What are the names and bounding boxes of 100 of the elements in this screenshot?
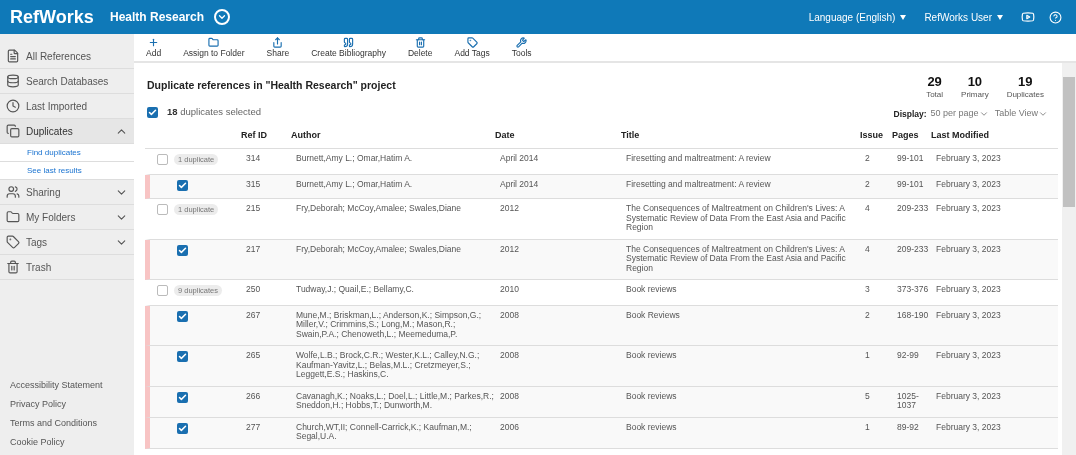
column-header[interactable]: Title <box>621 128 860 143</box>
help-icon[interactable] <box>1049 10 1062 24</box>
chevron-down-icon[interactable] <box>1038 109 1048 119</box>
checkbox[interactable] <box>177 179 188 191</box>
date-cell-text: April 2014 <box>500 154 540 165</box>
ref-id-cell-text: 277 <box>246 422 262 434</box>
stat-label: Total <box>926 89 944 101</box>
checkbox[interactable] <box>177 391 188 403</box>
user-menu[interactable]: RefWorks User <box>924 9 992 25</box>
date-cell-text: 2012 <box>500 204 520 215</box>
column-header[interactable]: Ref ID <box>241 128 291 143</box>
pages-cell-text: 89-92 <box>897 422 920 434</box>
folder-icon <box>6 210 20 224</box>
column-header[interactable]: Author <box>291 128 495 143</box>
footer-link[interactable]: Cookie Policy <box>0 436 134 455</box>
pages-cell-text: 92-99 <box>897 351 920 362</box>
stat-value: 19 <box>1018 74 1033 89</box>
footer-link[interactable]: Terms and Conditions <box>0 417 134 436</box>
checkbox[interactable] <box>177 244 188 256</box>
modified-cell-text: February 3, 2023 <box>936 351 1002 362</box>
project-title[interactable]: Health Research <box>110 8 205 26</box>
footer-link[interactable]: Accessibility Statement <box>0 379 134 398</box>
sidebar-item[interactable]: My Folders <box>0 205 134 230</box>
ref-id-cell-text: 266 <box>246 391 262 403</box>
toolbar-button[interactable]: Add <box>146 37 162 58</box>
title-cell-text: Firesetting and maltreatment: A review <box>626 179 772 191</box>
caret-icon[interactable] <box>997 14 1003 20</box>
title-cell-text: Book reviews <box>626 351 678 362</box>
table-row[interactable]: 265 Wolfe,L.B.; Brock,C.R.; Wester,K.L.; Calley,N.G.; Kaufman-Yavitz,L.; Belas,M.L.; Cretzmeyer,S.; Leggett,E.S.; Haskins,C. 2008 Book reviews 1 92-99 February 3, 2023 <box>145 346 1058 387</box>
toolbar-button[interactable]: Delete <box>407 37 433 58</box>
issue-cell-text: 4 <box>865 244 871 256</box>
table-row[interactable]: 267 Mune,M.; Briskman,L.; Anderson,K.; Simpson,G.; Miller,V.; Crimmins,S.; Long,M.; Mason,R.; Swain,P.A.; Chenoweth,L.; Meemeduma,P. 2008 Book Reviews 2 168-190 February 3, 2023 <box>145 305 1058 346</box>
ref-id-cell-text: 215 <box>246 204 262 215</box>
ref-id-cell-text: 314 <box>246 154 262 165</box>
table-row[interactable]: 277 Church,WT,II; Connell-Carrick,K.; Kaufman,M.; Segal,U.A. 2006 Book reviews 1 89-92 February 3, 2023 <box>145 417 1058 449</box>
sidebar-item[interactable]: Search Databases <box>0 69 134 94</box>
date-cell-text: 2008 <box>500 391 520 403</box>
sidebar-item[interactable]: Duplicates <box>0 119 134 144</box>
modified-cell-text: February 3, 2023 <box>936 422 1002 434</box>
stat-value: 10 <box>967 74 983 89</box>
people-icon <box>6 185 20 199</box>
checkbox[interactable] <box>177 310 188 322</box>
ref-id-cell-text: 217 <box>246 244 262 256</box>
author-cell-text: Burnett,Amy L.; Omar,Hatim A. <box>296 154 414 165</box>
ref-id-cell-text: 265 <box>246 351 262 362</box>
title-cell-text: The Consequences of Maltreatment on Children's Lives: A Systematic Review of Data From the East Asia and Pacific Region <box>626 244 847 273</box>
title-cell-text: Book reviews <box>626 391 678 403</box>
sidebar-item[interactable]: All References <box>0 44 134 69</box>
tag-icon <box>466 37 478 48</box>
trash-icon <box>6 260 20 274</box>
table-row[interactable]: 217 Fry,Deborah; McCoy,Amalee; Swales,Diane 2012 The Consequences of Maltreatment on Children's Lives: A Systematic Review of Data From the East Asia and Pacific Region 4 209-233 February 3, 2023 <box>145 239 1058 280</box>
ref-id-cell-text: 267 <box>246 310 262 322</box>
checkbox[interactable] <box>157 204 168 215</box>
column-header[interactable]: Pages <box>892 128 931 143</box>
issue-cell-text: 2 <box>865 154 871 165</box>
dropdown-icon[interactable] <box>214 9 231 25</box>
ref-id-cell-text: 250 <box>246 285 262 296</box>
modified-cell-text: February 3, 2023 <box>936 244 1002 256</box>
modified-cell-text: February 3, 2023 <box>936 154 1002 165</box>
date-cell-text: 2008 <box>500 310 520 322</box>
author-cell-text: Cavanagh,K.; Noaks,L.; Doel,L.; Little,M.; Parkes,R.; Sneddon,H.; Hobbs,T.; Dunworth,M. <box>296 391 495 411</box>
sidebar-item[interactable]: Tags <box>0 230 134 255</box>
column-header[interactable]: Issue <box>860 128 892 143</box>
sidebar-item[interactable]: Sharing <box>0 180 134 205</box>
checkbox[interactable] <box>157 285 168 296</box>
video-icon[interactable] <box>1021 10 1035 24</box>
table-row[interactable]: 266 Cavanagh,K.; Noaks,L.; Doel,L.; Little,M.; Parkes,R.; Sneddon,H.; Hobbs,T.; Dunworth,M. 2008 Book reviews 5 1025-1037 February 3, 2023 <box>145 386 1058 418</box>
sidebar-subitem[interactable]: See last results <box>0 162 134 180</box>
sidebar-item[interactable]: Trash <box>0 255 134 280</box>
title-cell-text: Book reviews <box>626 285 678 296</box>
trash-icon <box>414 37 426 48</box>
quote-icon <box>343 37 355 48</box>
checkbox[interactable] <box>147 107 158 118</box>
checkbox[interactable] <box>177 351 188 362</box>
modified-cell-text: February 3, 2023 <box>936 204 1002 215</box>
caret-icon[interactable] <box>900 14 907 20</box>
column-header[interactable]: Last Modified <box>931 128 1058 143</box>
per-page-dropdown[interactable]: 50 per page <box>930 107 989 121</box>
toolbar-button[interactable]: Add Tags <box>454 37 490 58</box>
folder-icon <box>208 37 220 48</box>
toolbar-button[interactable]: Create Bibliography <box>311 37 386 58</box>
title-cell-text: The Consequences of Maltreatment on Children's Lives: A Systematic Review of Data From the East Asia and Pacific Region <box>626 204 847 233</box>
toolbar-button[interactable]: Share <box>266 37 290 58</box>
author-cell-text: Burnett,Amy L.; Omar,Hatim A. <box>296 179 414 191</box>
toolbar-button[interactable]: Tools <box>511 37 532 58</box>
table-row[interactable]: 315 Burnett,Amy L.; Omar,Hatim A. April 2014 Firesetting and maltreatment: A review 2 99-101 February 3, 2023 <box>145 174 1058 199</box>
column-header[interactable]: Date <box>495 128 621 143</box>
chevron-down-icon[interactable] <box>978 109 989 119</box>
view-dropdown[interactable]: Table View <box>994 107 1048 121</box>
language-menu[interactable]: Language (English) <box>808 9 896 25</box>
toolbar-button[interactable]: Assign to Folder <box>183 37 245 58</box>
sidebar-subitem[interactable]: Find duplicates <box>0 144 134 162</box>
pages-cell-text: 373-376 <box>897 285 930 296</box>
stat-label: Duplicates <box>1006 89 1044 101</box>
issue-cell-text: 1 <box>865 422 871 434</box>
pages-cell-text: 209-233 <box>897 244 930 256</box>
checkbox[interactable] <box>157 154 168 165</box>
checkbox[interactable] <box>177 422 188 434</box>
footer-link[interactable]: Privacy Policy <box>0 398 134 417</box>
author-cell-text: Wolfe,L.B.; Brock,C.R.; Wester,K.L.; Calley,N.G.; Kaufman-Yavitz,L.; Belas,M.L.; Cretzmeyer,S.; Leggett,E.S.; Haskins,C. <box>296 351 481 380</box>
